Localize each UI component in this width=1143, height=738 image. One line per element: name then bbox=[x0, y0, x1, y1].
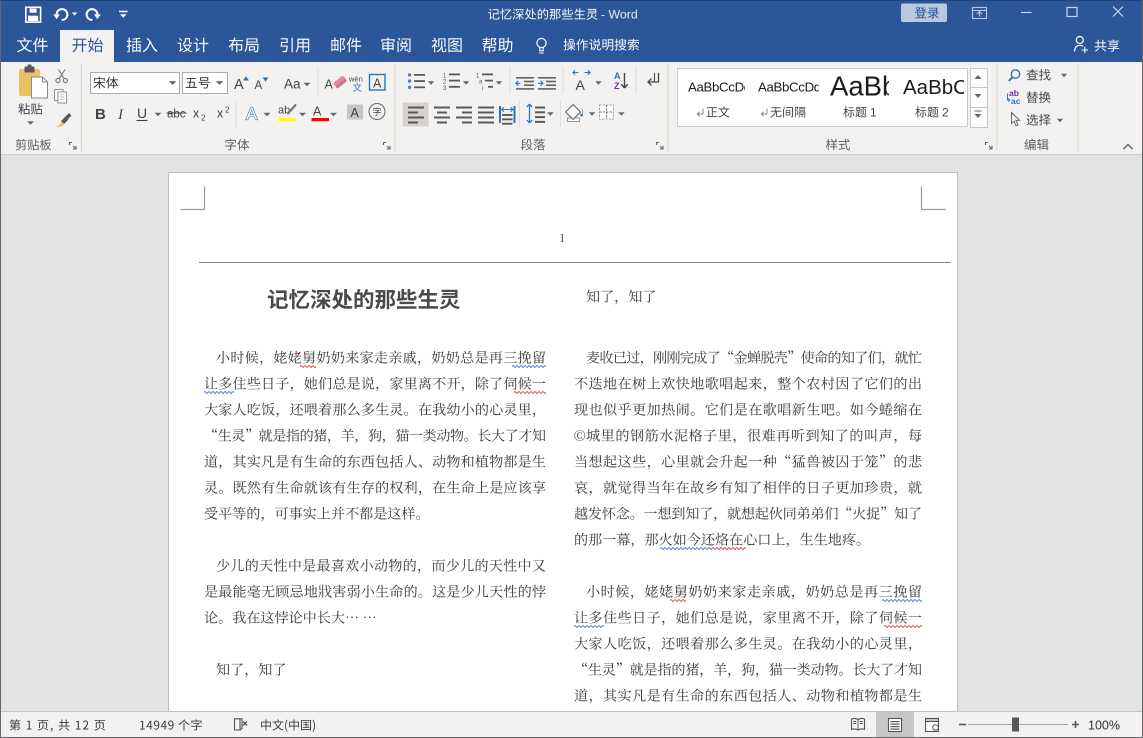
svg-text:2: 2 bbox=[443, 80, 447, 86]
svg-text:A: A bbox=[351, 106, 360, 120]
svg-text:U: U bbox=[137, 105, 147, 121]
svg-text:A: A bbox=[313, 105, 322, 119]
svg-text:abc: abc bbox=[167, 109, 186, 121]
svg-text:1: 1 bbox=[870, 106, 877, 120]
svg-text:wén: wén bbox=[348, 75, 363, 84]
svg-text:2: 2 bbox=[225, 106, 230, 115]
svg-text:ac: ac bbox=[1011, 96, 1021, 106]
svg-text:I: I bbox=[117, 107, 124, 123]
svg-text:1: 1 bbox=[443, 74, 447, 80]
svg-text:A: A bbox=[576, 77, 586, 93]
svg-text:100%: 100% bbox=[1088, 719, 1120, 733]
svg-text:A: A bbox=[246, 105, 258, 124]
svg-text:Z: Z bbox=[614, 81, 620, 91]
svg-text:A: A bbox=[325, 78, 334, 92]
svg-text:A: A bbox=[614, 71, 621, 81]
svg-text:AaBb: AaBb bbox=[830, 71, 897, 102]
svg-text:AaBbCc: AaBbCc bbox=[903, 76, 978, 99]
svg-text:B: B bbox=[95, 106, 106, 123]
svg-text:i: i bbox=[482, 86, 483, 92]
svg-text:ab: ab bbox=[278, 105, 290, 117]
svg-text:a: a bbox=[479, 80, 483, 86]
svg-text:A: A bbox=[234, 77, 244, 93]
svg-text:A: A bbox=[255, 80, 263, 92]
svg-text:2: 2 bbox=[942, 106, 949, 120]
svg-text:AaBbCcDd: AaBbCcDd bbox=[688, 80, 751, 95]
svg-text:AaBbCcDd: AaBbCcDd bbox=[758, 80, 821, 95]
svg-text:3: 3 bbox=[443, 86, 447, 92]
svg-text:x: x bbox=[217, 107, 224, 121]
svg-text:- Word: - Word bbox=[601, 8, 638, 22]
svg-text:A: A bbox=[373, 77, 382, 91]
svg-text:1: 1 bbox=[476, 74, 480, 80]
svg-text:Aa: Aa bbox=[284, 77, 301, 92]
svg-text:2: 2 bbox=[201, 114, 206, 123]
svg-text:x: x bbox=[193, 107, 200, 121]
